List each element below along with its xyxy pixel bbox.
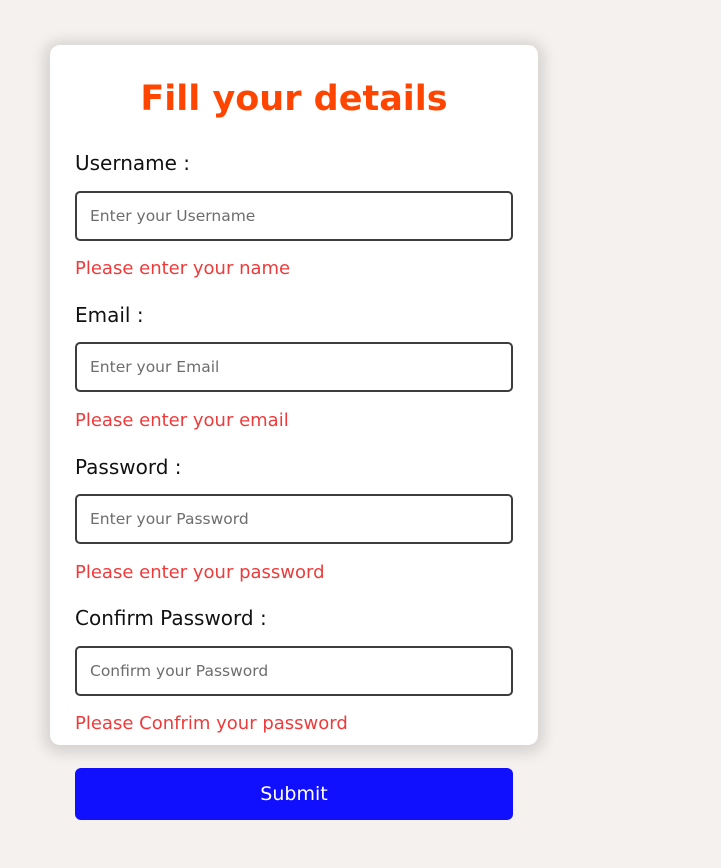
email-input[interactable] bbox=[75, 342, 513, 392]
confirm-password-input[interactable] bbox=[75, 646, 513, 696]
username-error: Please enter your name bbox=[75, 258, 291, 279]
password-error: Please enter your password bbox=[75, 562, 325, 583]
username-label: Username : bbox=[75, 151, 191, 175]
email-label: Email : bbox=[75, 303, 144, 327]
confirm-password-error: Please Confrim your password bbox=[75, 713, 348, 734]
confirm-password-label: Confirm Password : bbox=[75, 606, 267, 630]
form-title: Fill your details bbox=[140, 79, 448, 119]
email-error: Please enter your email bbox=[75, 410, 289, 431]
submit-button[interactable]: Submit bbox=[75, 768, 513, 820]
username-input[interactable] bbox=[75, 191, 513, 241]
password-label: Password : bbox=[75, 455, 182, 479]
password-input[interactable] bbox=[75, 494, 513, 544]
